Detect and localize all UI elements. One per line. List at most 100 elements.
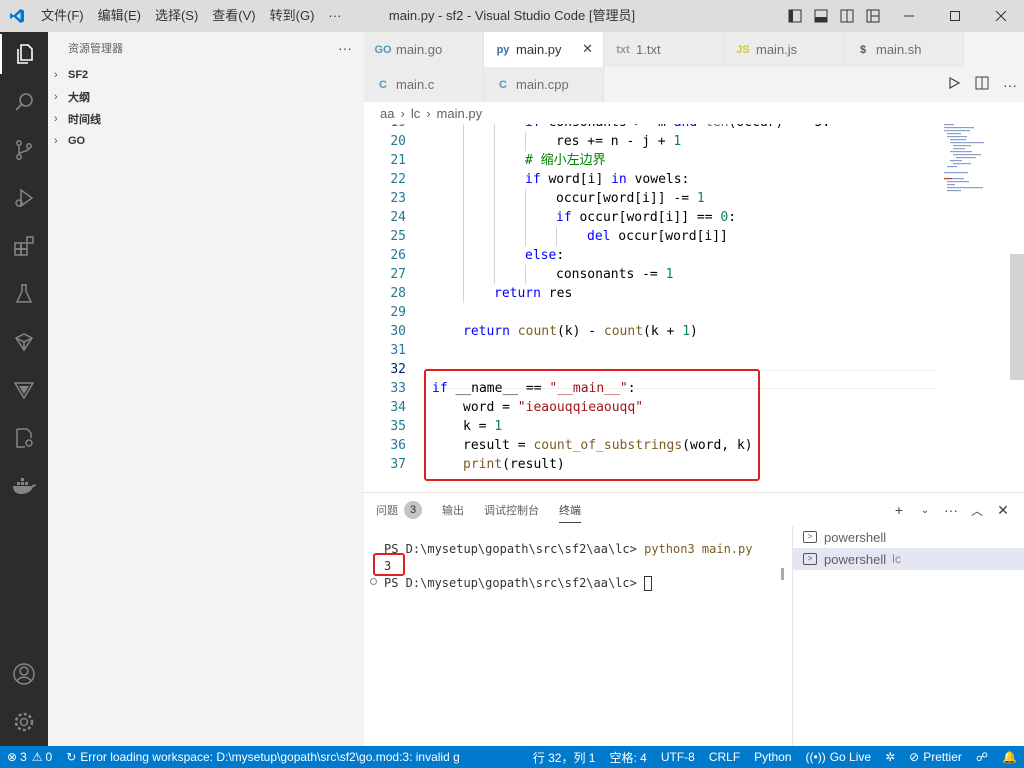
notifications-bell-icon[interactable]: 🔔	[995, 746, 1024, 768]
end-of-line[interactable]: CRLF	[702, 746, 747, 768]
sidebar-section[interactable]: › 大纲	[48, 86, 364, 108]
tab-label: main.sh	[876, 42, 922, 57]
editor-tab[interactable]: Cmain.cpp	[484, 67, 604, 102]
language-mode[interactable]: Python	[747, 746, 798, 768]
editor-tab[interactable]: txt 1.txt	[604, 32, 724, 67]
menu-item[interactable]: 转到(G)	[263, 0, 322, 32]
run-debug-icon[interactable]	[0, 178, 48, 218]
vscode-logo-icon	[0, 0, 34, 32]
extension-status-icon[interactable]: ✲	[878, 746, 902, 768]
terminal-scrollbar[interactable]	[781, 568, 784, 580]
encoding[interactable]: UTF-8	[654, 746, 702, 768]
code-text: if word[i] in vowels:	[525, 172, 690, 187]
editor-tab[interactable]: $ main.sh	[844, 32, 964, 67]
maximize-panel-icon[interactable]: ︿	[964, 502, 990, 519]
file-type-icon: $	[859, 43, 867, 56]
terminal-list: > powershell > powershell lc	[792, 526, 1024, 746]
feedback-icon[interactable]: ☍	[969, 746, 995, 768]
terminal-output[interactable]: PS D:\mysetup\gopath\src\sf2\aa\lc> pyth…	[384, 541, 784, 592]
prettier-button[interactable]: ⊘ Prettier	[902, 746, 969, 768]
sidebar-section[interactable]: › SF2	[48, 64, 364, 86]
editor-tab[interactable]: Cmain.c	[364, 67, 484, 102]
cursor-position[interactable]: 行 32，列 1	[526, 746, 603, 768]
line-number: 32	[390, 362, 406, 377]
sidebar-section-label: SF2	[68, 69, 89, 81]
editor-scrollbar[interactable]	[1010, 254, 1024, 380]
line-number: 20	[390, 134, 406, 149]
explorer-icon[interactable]	[0, 34, 48, 74]
close-window-button[interactable]	[978, 0, 1024, 32]
code-text: if consonants >= m and len(occur) == 5:	[525, 124, 830, 132]
terminal-prompt: PS D:\mysetup\gopath\src\sf2\aa\lc>	[384, 542, 645, 556]
source-control-icon[interactable]	[0, 130, 48, 170]
terminal-list-item[interactable]: > powershell lc	[793, 548, 1024, 570]
maximize-button[interactable]	[932, 0, 978, 32]
toggle-panel-icon[interactable]	[808, 0, 834, 32]
tab-row-2: Cmain.c Cmain.cpp ···	[364, 67, 1024, 102]
new-terminal-icon[interactable]: +	[886, 502, 912, 518]
tab-label: main.py	[516, 42, 562, 57]
problems-status[interactable]: ⊗ 3 ⚠ 0	[0, 746, 59, 768]
panel-more-actions-button[interactable]: ···	[938, 502, 964, 518]
sidebar-section[interactable]: › 时间线	[48, 108, 364, 130]
menu-bar: 文件(F) 编辑(E) 选择(S) 查看(V) 转到(G) ···	[34, 0, 348, 32]
settings-sync-icon[interactable]	[0, 418, 48, 458]
search-icon[interactable]	[0, 82, 48, 122]
manage-gear-icon[interactable]	[0, 702, 48, 742]
panel-tab[interactable]: 终端	[559, 493, 581, 527]
sidebar-section-label: 大纲	[68, 92, 90, 104]
sync-icon: ↻	[66, 750, 77, 764]
highlight-box-output	[373, 553, 405, 576]
more-actions-button[interactable]: ···	[338, 40, 352, 56]
indentation[interactable]: 空格: 4	[602, 746, 653, 768]
chevron-right-icon: ›	[54, 113, 58, 125]
terminal-line: 3	[384, 558, 784, 575]
workspace-message[interactable]: ↻ Error loading workspace: D:\mysetup\go…	[59, 746, 459, 768]
close-panel-icon[interactable]: ✕	[990, 502, 1016, 519]
testing-flask-icon[interactable]	[0, 274, 48, 314]
customize-layout-icon[interactable]	[860, 0, 886, 32]
terminal-list-item[interactable]: > powershell	[793, 526, 1024, 548]
minimap[interactable]	[942, 122, 1004, 202]
breadcrumb-item[interactable]: aa	[380, 106, 394, 121]
editor-tab[interactable]: GO main.go	[364, 32, 484, 67]
code-text: del occur[word[i]]	[587, 229, 728, 244]
menu-item[interactable]: ···	[321, 0, 348, 32]
panel-tab[interactable]: 输出	[442, 493, 464, 527]
breadcrumb-item[interactable]: lc	[411, 106, 420, 121]
toggle-secondary-sidebar-icon[interactable]	[834, 0, 860, 32]
menu-item[interactable]: 选择(S)	[148, 0, 205, 32]
code-text: res += n - j + 1	[556, 134, 682, 149]
terminal-prompt: PS D:\mysetup\gopath\src\sf2\aa\lc>	[384, 576, 645, 590]
code-text: occur[word[i]] -= 1	[556, 191, 705, 206]
editor-tab[interactable]: JS main.js	[724, 32, 844, 67]
menu-item[interactable]: 查看(V)	[205, 0, 262, 32]
run-python-file-icon[interactable]	[940, 76, 968, 92]
file-type-icon: txt	[616, 43, 630, 56]
line-number: 25	[390, 229, 406, 244]
sidebar-section[interactable]: › GO	[48, 130, 364, 152]
breadcrumb-item[interactable]: main.py	[437, 106, 483, 121]
remote-explorer-icon[interactable]	[0, 322, 48, 362]
triangle-icon[interactable]	[0, 370, 48, 410]
terminal-dropdown-icon[interactable]: ⌄	[912, 505, 938, 516]
extensions-icon[interactable]	[0, 226, 48, 266]
menu-item[interactable]: 编辑(E)	[91, 0, 148, 32]
panel-tab[interactable]: 调试控制台	[484, 493, 539, 527]
accounts-icon[interactable]	[0, 654, 48, 694]
editor-more-actions-button[interactable]: ···	[996, 77, 1024, 93]
panel-tab[interactable]: 问题 3	[376, 493, 422, 527]
line-number: 31	[390, 343, 406, 358]
toggle-primary-sidebar-icon[interactable]	[782, 0, 808, 32]
split-editor-icon[interactable]	[968, 76, 996, 93]
docker-icon[interactable]	[0, 466, 48, 506]
close-tab-icon[interactable]: ✕	[582, 41, 593, 57]
tab-label: main.js	[756, 42, 798, 57]
problems-count-badge: 3	[404, 501, 422, 519]
line-number: 27	[390, 267, 406, 282]
minimize-button[interactable]	[886, 0, 932, 32]
menu-item[interactable]: 文件(F)	[34, 0, 91, 32]
go-live-button[interactable]: ((•)) Go Live	[799, 746, 879, 768]
code-text: if occur[word[i]] == 0:	[556, 210, 737, 225]
editor-tab[interactable]: py main.py ✕	[484, 32, 604, 67]
